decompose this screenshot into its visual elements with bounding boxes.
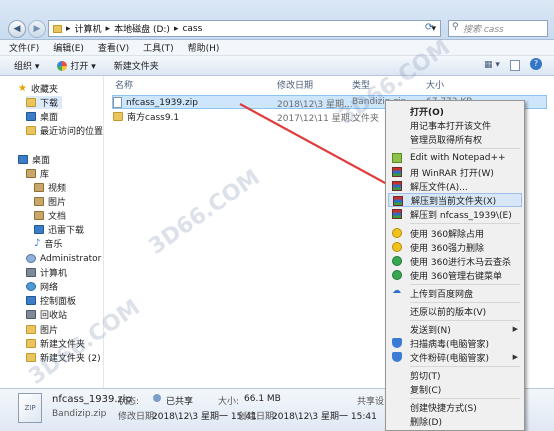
menu-winrar-open[interactable]: 用 WinRAR 打开(W) [388,165,522,179]
winrar-icon [392,181,402,191]
menu-label: 解压文件(A)... [410,182,468,193]
menu-baidu-upload[interactable]: ☁ 上传到百度网盘 [388,286,522,300]
menu-label: 使用 360管理右键菜单 [410,271,503,282]
menu-separator [410,302,520,303]
menu-delete[interactable]: 删除(D) [388,414,522,428]
menu-label: 删除(D) [410,417,442,428]
winrar-icon [392,167,402,177]
menu-label: 使用 360强力删除 [410,243,485,254]
menu-separator [410,223,520,224]
menu-label: 用 WinRAR 打开(W) [410,168,494,179]
360-unlock-icon [392,228,402,238]
menu-label: 扫描病毒(电脑管家) [410,339,490,350]
menu-extract-files[interactable]: 解压文件(A)... [388,179,522,193]
menu-label: 复制(C) [410,385,442,396]
menu-label: 文件粉碎(电脑管家) [410,353,490,364]
360-manage-icon [392,270,402,280]
menu-label: 解压到当前文件夹(X) [411,196,497,207]
menu-label: 打开(O) [410,107,444,118]
menu-notepadpp[interactable]: Edit with Notepad++ [388,151,522,165]
winrar-icon [393,196,403,206]
menu-scan-virus[interactable]: 扫描病毒(电脑管家) [388,336,522,350]
menu-extract-here[interactable]: 解压到当前文件夹(X) [388,193,522,207]
menu-take-ownership[interactable]: 管理员取得所有权 [388,132,522,146]
menu-360-delete[interactable]: 使用 360强力删除 [388,240,522,254]
360-scan-icon [392,256,402,266]
menu-open[interactable]: 打开(O) [388,104,522,118]
menu-copy[interactable]: 复制(C) [388,382,522,396]
menu-file-shred[interactable]: 文件粉碎(电脑管家) ▶ [388,350,522,364]
baidu-cloud-icon: ☁ [392,286,401,296]
menu-label: 发送到(N) [410,325,451,336]
menu-restore-versions[interactable]: 还原以前的版本(V) [388,304,522,318]
menu-label: 使用 360解除占用 [410,229,485,240]
menu-separator [410,320,520,321]
menu-cut[interactable]: 剪切(T) [388,368,522,382]
menu-label: 还原以前的版本(V) [410,307,487,318]
submenu-arrow-icon: ▶ [512,353,518,361]
menu-extract-to[interactable]: 解压到 nfcass_1939\(E) [388,207,522,221]
menu-label: 使用 360进行木马云查杀 [410,257,512,268]
menu-separator [410,148,520,149]
menu-360-manage[interactable]: 使用 360管理右键菜单 [388,268,522,282]
menu-label: 剪切(T) [410,371,441,382]
360-delete-icon [392,242,402,252]
menu-label: 创建快捷方式(S) [410,403,477,414]
menu-label: Edit with Notepad++ [410,153,506,163]
menu-label: 上传到百度网盘 [410,289,474,300]
menu-create-shortcut[interactable]: 创建快捷方式(S) [388,400,522,414]
menu-separator [410,366,520,367]
guard-shield-icon [392,352,402,362]
menu-notepad-open[interactable]: 用记事本打开该文件 [388,118,522,132]
submenu-arrow-icon: ▶ [512,325,518,333]
menu-label: 管理员取得所有权 [410,135,483,146]
winrar-icon [392,209,402,219]
menu-360-unlock[interactable]: 使用 360解除占用 [388,226,522,240]
guard-shield-icon [392,338,402,348]
menu-360-scan[interactable]: 使用 360进行木马云查杀 [388,254,522,268]
menu-send-to[interactable]: 发送到(N) ▶ [388,322,522,336]
menu-separator [410,398,520,399]
notepadpp-icon [392,153,402,163]
menu-separator [410,284,520,285]
context-menu: 打开(O) 用记事本打开该文件 管理员取得所有权 Edit with Notep… [385,100,525,431]
menu-label: 解压到 nfcass_1939\(E) [410,210,512,221]
menu-label: 用记事本打开该文件 [410,121,492,132]
